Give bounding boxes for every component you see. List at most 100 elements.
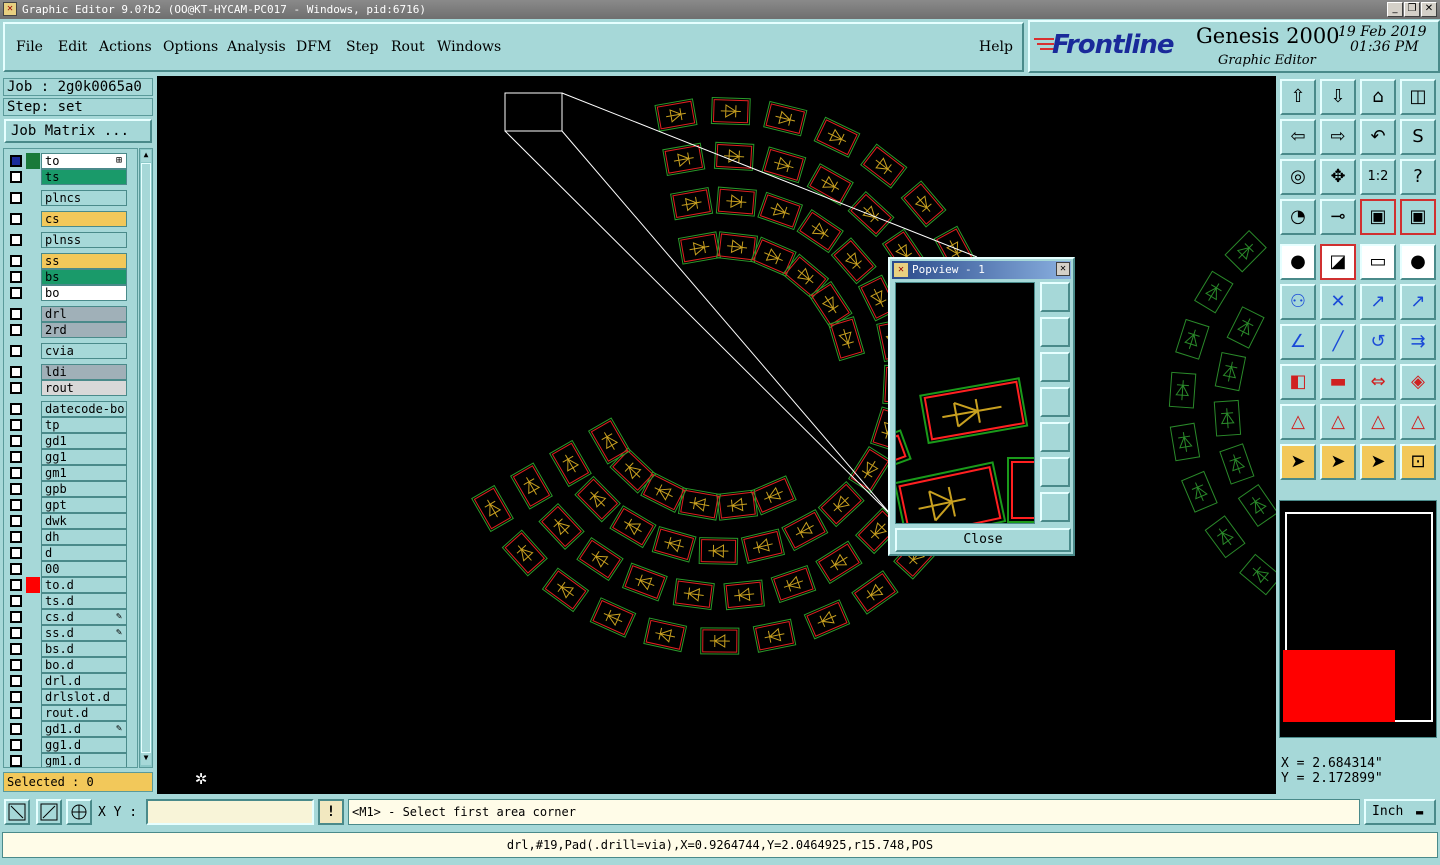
layer-checkbox[interactable]	[10, 707, 22, 719]
layer-checkbox[interactable]	[10, 563, 22, 575]
layer-checkbox[interactable]	[10, 308, 22, 320]
layer-checkbox[interactable]	[10, 739, 22, 751]
layer-checkbox[interactable]	[10, 192, 22, 204]
layer-row[interactable]: dwk	[4, 513, 137, 529]
popview-canvas[interactable]	[895, 282, 1035, 524]
scale-icon[interactable]: 1:2	[1360, 159, 1396, 195]
minimize-icon[interactable]: _	[1387, 2, 1403, 17]
layer-row[interactable]: drl	[4, 306, 137, 322]
layer-row[interactable]: ss	[4, 253, 137, 269]
layer-checkbox[interactable]	[10, 403, 22, 415]
menu-rout[interactable]: Rout	[391, 39, 425, 55]
layer-name[interactable]: ts.d	[41, 593, 127, 609]
layer-checkbox[interactable]	[10, 547, 22, 559]
layer-name[interactable]: bs.d	[41, 641, 127, 657]
layer-checkbox[interactable]	[10, 515, 22, 527]
popview-right-icon[interactable]	[1040, 422, 1070, 452]
layer-row[interactable]: d	[4, 545, 137, 561]
layer-row[interactable]: ts.d	[4, 593, 137, 609]
grid-icon[interactable]	[66, 799, 92, 825]
mirror-icon[interactable]: ◧	[1280, 364, 1316, 400]
layer-name[interactable]: cs	[41, 211, 127, 227]
layer-row[interactable]: tp	[4, 417, 137, 433]
layer-name[interactable]: gd1.d ✎	[41, 721, 127, 737]
layer-checkbox[interactable]	[10, 483, 22, 495]
layer-name[interactable]: d	[41, 545, 127, 561]
triangle4-icon[interactable]: △	[1400, 404, 1436, 440]
question-icon[interactable]: ?	[1400, 159, 1436, 195]
palette-icon[interactable]: ◔	[1280, 199, 1316, 235]
layer-checkbox[interactable]	[10, 627, 22, 639]
layer-name[interactable]: gpt	[41, 497, 127, 513]
snake-icon[interactable]: S	[1400, 119, 1436, 155]
layer-checkbox[interactable]	[10, 271, 22, 283]
layer-name[interactable]: plnss	[41, 232, 127, 248]
layer-name[interactable]: bs	[41, 269, 127, 285]
zoom-box-icon[interactable]	[4, 799, 30, 825]
layer-row[interactable]: gpb	[4, 481, 137, 497]
layer-row[interactable]: cs	[4, 211, 137, 227]
layer-row[interactable]: bs	[4, 269, 137, 285]
layer-checkbox[interactable]	[10, 675, 22, 687]
layer-name[interactable]: dh	[41, 529, 127, 545]
menu-file[interactable]: File	[16, 39, 43, 55]
resize-icon[interactable]: ⇔	[1360, 364, 1396, 400]
layer-row[interactable]: rout	[4, 380, 137, 396]
layer-row[interactable]: rout.d	[4, 705, 137, 721]
layer-name[interactable]: cvia	[41, 343, 127, 359]
scroll-up-icon[interactable]: ▲	[141, 150, 151, 162]
layer-checkbox[interactable]	[10, 171, 22, 183]
connect-icon[interactable]: ↗	[1400, 284, 1436, 320]
layer-row[interactable]: plnss	[4, 232, 137, 248]
layer-name[interactable]: datecode-bo	[41, 401, 127, 417]
layer-checkbox[interactable]	[10, 287, 22, 299]
layer-row[interactable]: drl.d	[4, 673, 137, 689]
layer-row[interactable]: ts	[4, 169, 137, 185]
layer-row[interactable]: ss.d ✎	[4, 625, 137, 641]
menu-analysis[interactable]: Analysis	[227, 39, 286, 55]
layer-name[interactable]: dwk	[41, 513, 127, 529]
close-window-icon[interactable]: ✕	[1421, 2, 1437, 17]
layer-name[interactable]: 00	[41, 561, 127, 577]
open-icon[interactable]: ⇧	[1280, 79, 1316, 115]
cross-icon[interactable]: ✕	[1320, 284, 1356, 320]
layer-row[interactable]: gg1.d	[4, 737, 137, 753]
layer-row[interactable]: plncs	[4, 190, 137, 206]
zoom-fit-icon[interactable]: ✥	[1320, 159, 1356, 195]
layer-name[interactable]: rout	[41, 380, 127, 396]
ruler-icon[interactable]: ▭	[1360, 244, 1396, 280]
layer-name[interactable]: bo.d	[41, 657, 127, 673]
pointer2-icon[interactable]: ➤	[1320, 444, 1356, 480]
line-icon[interactable]: ╱	[1320, 324, 1356, 360]
menu-edit[interactable]: Edit	[58, 39, 87, 55]
restore-icon[interactable]: ❐	[1404, 2, 1420, 17]
layer-row[interactable]: ldi	[4, 364, 137, 380]
layer-checkbox[interactable]	[10, 419, 22, 431]
layer-checkbox[interactable]	[10, 659, 22, 671]
home-icon[interactable]: ⌂	[1360, 79, 1396, 115]
layer-name[interactable]: drl.d	[41, 673, 127, 689]
layer-checkbox[interactable]	[10, 451, 22, 463]
unit-select[interactable]: Inch ▬	[1364, 799, 1436, 825]
popview-up-icon[interactable]	[1040, 317, 1070, 347]
layer-name[interactable]: cs.d ✎	[41, 609, 127, 625]
save-icon[interactable]: ⇩	[1320, 79, 1356, 115]
layer-checkbox[interactable]	[10, 345, 22, 357]
job-matrix-button[interactable]: Job Matrix ...	[4, 119, 152, 143]
layer-row[interactable]: bo.d	[4, 657, 137, 673]
layer-checkbox[interactable]	[10, 255, 22, 267]
layer-checkbox[interactable]	[10, 531, 22, 543]
layer-row[interactable]: datecode-bo	[4, 401, 137, 417]
triangle2-icon[interactable]: △	[1320, 404, 1356, 440]
shapes-icon[interactable]: ◈	[1400, 364, 1436, 400]
layer-checkbox[interactable]	[10, 691, 22, 703]
layer-checkbox[interactable]	[10, 467, 22, 479]
popview-zoom-icon[interactable]	[1040, 282, 1070, 312]
pad-icon[interactable]: ●	[1280, 244, 1316, 280]
fit-icon[interactable]: ◎	[1280, 159, 1316, 195]
layer-row[interactable]: to.d	[4, 577, 137, 593]
layer-name[interactable]: ss	[41, 253, 127, 269]
alert-icon[interactable]: !	[318, 799, 344, 825]
layer-row[interactable]: gpt	[4, 497, 137, 513]
layer-checkbox[interactable]	[10, 595, 22, 607]
